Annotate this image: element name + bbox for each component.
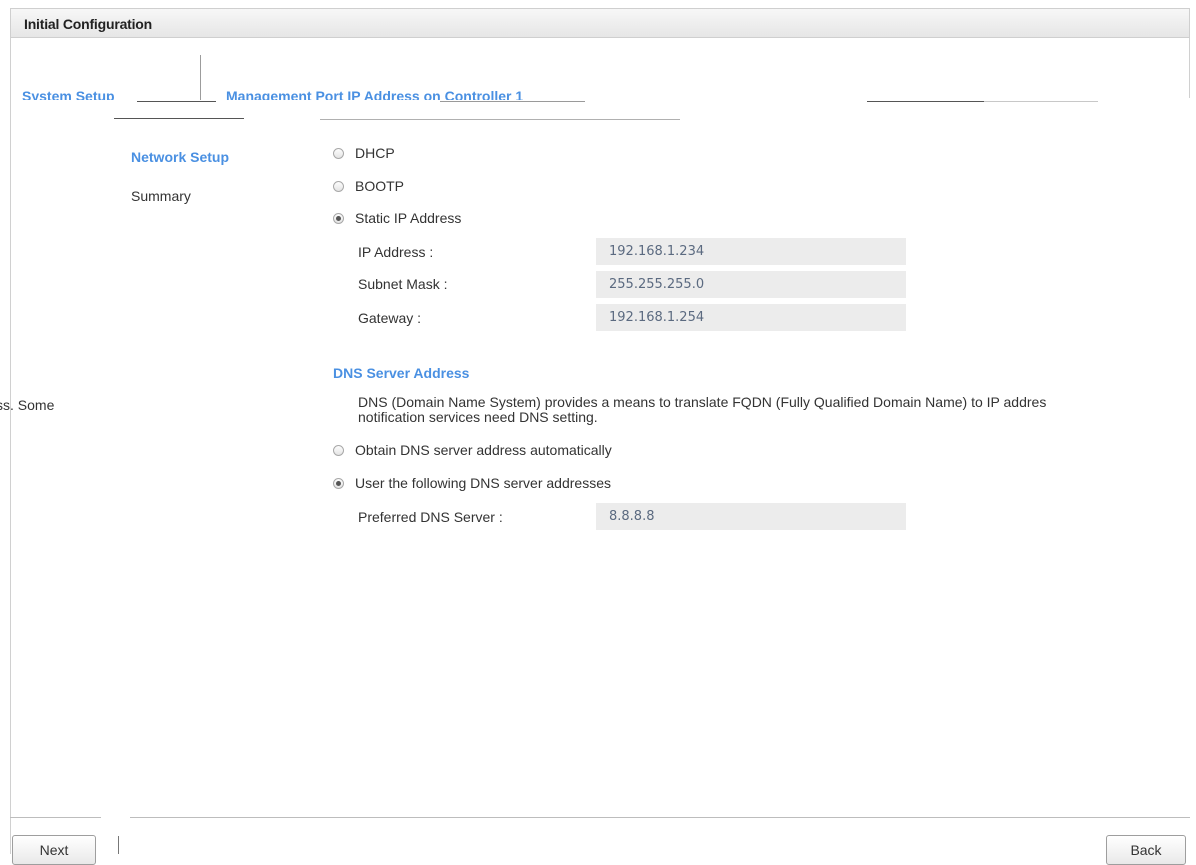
radio-static-ip-label: Static IP Address <box>355 210 462 226</box>
window-titlebar: Initial Configuration <box>10 8 1190 38</box>
radio-dhcp-label: DHCP <box>355 145 395 161</box>
clipped-text: ss. Some <box>0 397 55 413</box>
subnet-mask-label: Subnet Mask : <box>358 276 448 292</box>
dns-description: DNS (Domain Name System) provides a mean… <box>358 395 1196 425</box>
gateway-input[interactable] <box>596 304 906 331</box>
ghost-line <box>320 119 680 120</box>
dns-description-line1: DNS (Domain Name System) provides a mean… <box>358 395 1047 410</box>
step-separator <box>200 55 201 100</box>
radio-bootp-label: BOOTP <box>355 178 405 194</box>
top-step-system-setup[interactable]: System Setup <box>22 88 115 100</box>
dns-description-line2: notification services need DNS setting. <box>358 409 598 425</box>
ip-address-label: IP Address : <box>358 244 434 260</box>
radio-dhcp-row[interactable]: DHCP <box>333 144 395 162</box>
step-underline <box>984 101 1098 102</box>
radio-bootp-row[interactable]: BOOTP <box>333 177 404 195</box>
back-button[interactable]: Back <box>1106 835 1186 865</box>
radio-dns-auto-row[interactable]: Obtain DNS server address automatically <box>333 441 612 459</box>
next-button[interactable]: Next <box>12 835 96 865</box>
ip-address-input[interactable] <box>596 238 906 265</box>
radio-static-ip-row[interactable]: Static IP Address <box>333 209 461 227</box>
radio-dhcp[interactable] <box>333 147 344 159</box>
radio-dns-manual[interactable] <box>333 477 344 489</box>
radio-dns-manual-row[interactable]: User the following DNS server addresses <box>333 474 611 492</box>
preferred-dns-label: Preferred DNS Server : <box>358 509 503 525</box>
gateway-label: Gateway : <box>358 310 422 326</box>
preferred-dns-input[interactable] <box>596 503 906 530</box>
step-summary[interactable]: Summary <box>131 188 191 204</box>
top-step-management-port[interactable]: Management Port IP Address on Controller… <box>226 88 523 100</box>
radio-dns-manual-label: User the following DNS server addresses <box>355 475 611 491</box>
radio-bootp[interactable] <box>333 180 344 192</box>
subnet-mask-input[interactable] <box>596 271 906 298</box>
dns-section-title: DNS Server Address <box>333 365 470 381</box>
step-underline <box>440 101 585 102</box>
frame-right-border <box>1189 38 1190 98</box>
step-network-setup[interactable]: Network Setup <box>131 149 229 165</box>
window-title: Initial Configuration <box>24 16 153 32</box>
footer-divider <box>10 817 101 818</box>
footer-separator <box>118 836 119 854</box>
step-underline <box>137 101 216 102</box>
radio-dns-auto[interactable] <box>333 444 344 456</box>
frame-left-border <box>10 38 11 854</box>
radio-dns-auto-label: Obtain DNS server address automatically <box>355 442 612 458</box>
step-underline <box>867 101 984 102</box>
footer-divider <box>130 817 1190 818</box>
radio-static-ip[interactable] <box>333 212 344 224</box>
ghost-line <box>114 118 244 119</box>
